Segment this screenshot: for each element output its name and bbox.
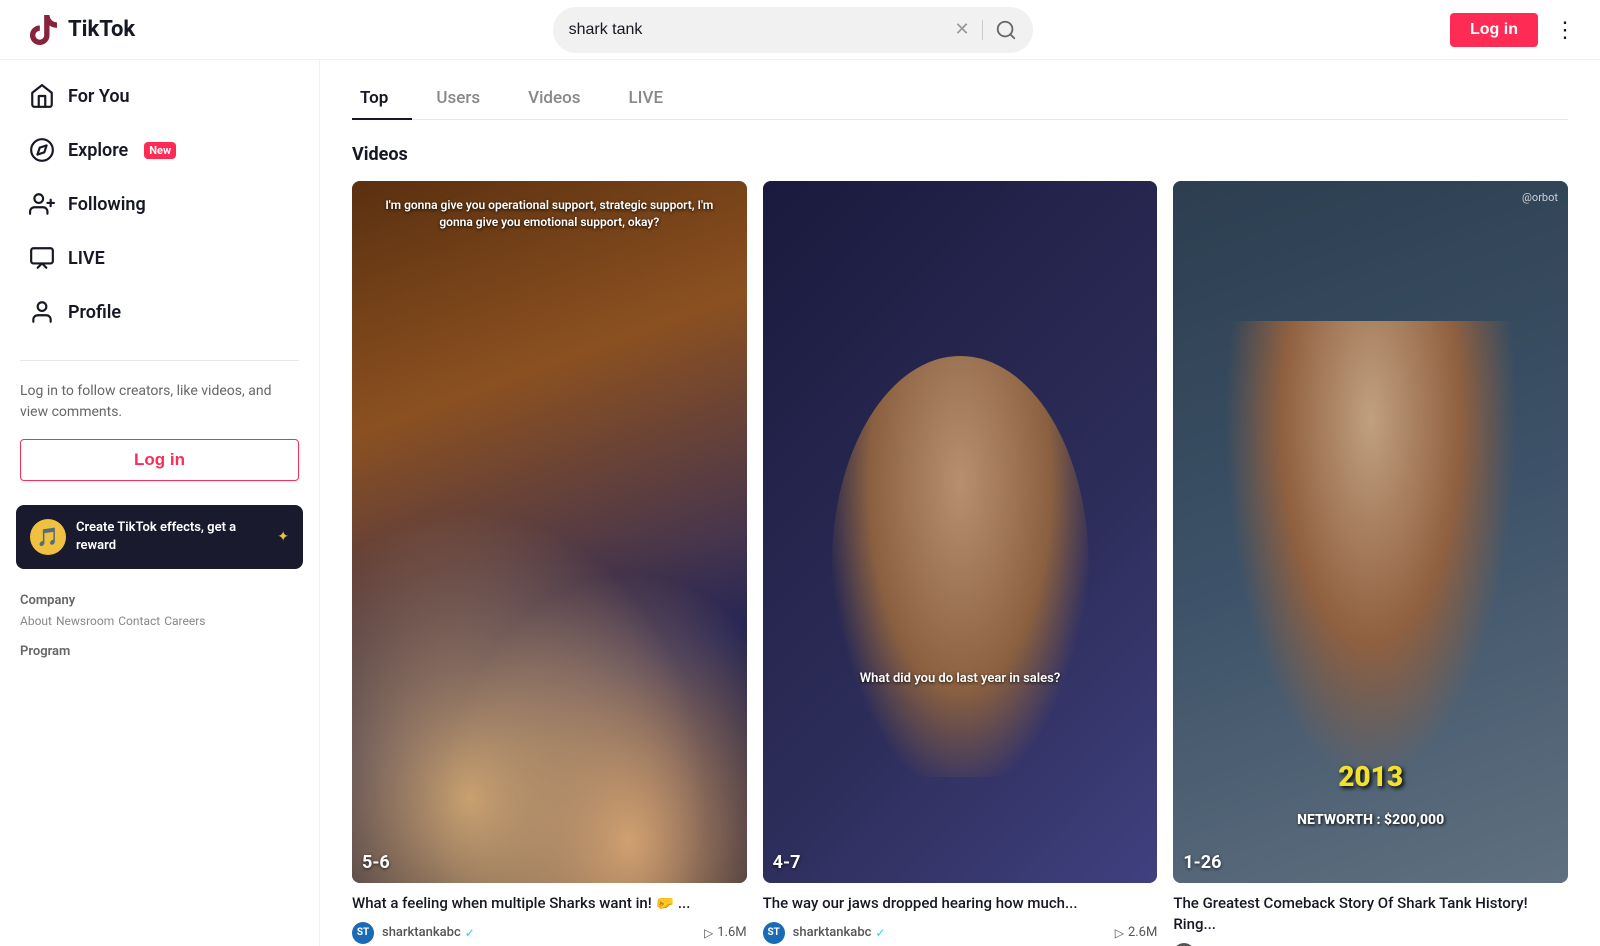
person-add-icon <box>28 190 56 218</box>
thumb-networth-3: NETWORTH : $200,000 <box>1297 812 1444 828</box>
channel-avatar-2: ST <box>763 922 785 944</box>
video-episode-2: 4-7 <box>773 852 801 873</box>
search-input[interactable] <box>569 21 947 39</box>
footer-company-links: About Newsroom Contact Careers <box>20 614 299 628</box>
sidebar-item-profile[interactable]: Profile <box>8 286 311 338</box>
header-right: Log in ⋮ <box>1450 13 1576 47</box>
logo-text: TikTok <box>68 17 135 42</box>
view-count-1: ▷ 1.6M <box>704 925 747 940</box>
video-card-3[interactable]: @orbot 2013 NETWORTH : $200,000 1-26 The… <box>1173 181 1568 946</box>
tab-users[interactable]: Users <box>412 76 504 120</box>
tab-top[interactable]: Top <box>352 76 412 120</box>
footer-link-contact[interactable]: Contact <box>118 614 160 628</box>
footer-company-title: Company <box>20 593 299 608</box>
play-icon-2: ▷ <box>1115 926 1124 940</box>
sidebar-item-following-label: Following <box>68 194 146 215</box>
main-content-area: Top Users Videos LIVE Videos I'm gonna g… <box>320 60 1600 946</box>
footer-link-careers[interactable]: Careers <box>164 614 205 628</box>
videos-section: Videos I'm gonna give you operational su… <box>352 144 1568 946</box>
channel-avatar-1: ST <box>352 922 374 944</box>
verified-icon-2: ✓ <box>875 926 885 940</box>
video-title-3: The Greatest Comeback Story Of Shark Tan… <box>1173 893 1568 935</box>
view-count-2: ▷ 2.6M <box>1115 925 1158 940</box>
video-title-1: What a feeling when multiple Sharks want… <box>352 893 747 914</box>
header-login-button[interactable]: Log in <box>1450 13 1538 47</box>
clear-search-button[interactable]: ✕ <box>954 19 969 40</box>
video-meta-3: JW janowealth ▷ 26.2M <box>1173 943 1568 946</box>
sidebar: For You Explore New Following <box>0 60 320 946</box>
footer-program-title: Program <box>20 644 299 659</box>
sidebar-item-explore-label: Explore <box>68 140 128 161</box>
thumb-year-3: 2013 <box>1338 760 1403 793</box>
sidebar-item-profile-label: Profile <box>68 302 121 323</box>
main-content: Top Users Videos LIVE Videos I'm gonna g… <box>320 60 1600 946</box>
sidebar-login-button[interactable]: Log in <box>20 439 299 481</box>
create-effects-banner[interactable]: 🎵 Create TikTok effects, get a reward ✦ <box>16 505 303 569</box>
sidebar-item-for-you[interactable]: For You <box>8 70 311 122</box>
footer-link-newsroom[interactable]: Newsroom <box>56 614 114 628</box>
footer-company: Company About Newsroom Contact Careers <box>0 585 319 636</box>
video-card-1[interactable]: I'm gonna give you operational support, … <box>352 181 747 946</box>
search-divider <box>982 20 983 40</box>
monitor-icon <box>28 244 56 272</box>
person-icon <box>28 298 56 326</box>
sidebar-item-live-label: LIVE <box>68 248 105 269</box>
more-options-button[interactable]: ⋮ <box>1554 17 1576 43</box>
search-icon <box>995 19 1017 41</box>
compass-icon <box>28 136 56 164</box>
footer-link-about[interactable]: About <box>20 614 52 628</box>
video-thumb-3: @orbot 2013 NETWORTH : $200,000 1-26 <box>1173 181 1568 883</box>
sidebar-item-following[interactable]: Following <box>8 178 311 230</box>
sidebar-nav: For You Explore New Following <box>0 60 319 348</box>
video-grid: I'm gonna give you operational support, … <box>352 181 1568 946</box>
video-episode-1: 5-6 <box>362 852 390 873</box>
sidebar-cta-text: Log in to follow creators, like videos, … <box>0 373 319 439</box>
home-icon <box>28 82 56 110</box>
sidebar-item-explore[interactable]: Explore New <box>8 124 311 176</box>
header: TikTok ✕ Log in ⋮ <box>0 0 1600 60</box>
search-bar: ✕ <box>553 7 1033 53</box>
tiktok-logo-icon <box>24 12 60 48</box>
channel-avatar-3: JW <box>1173 943 1195 946</box>
sidebar-divider <box>20 360 299 361</box>
video-card-2[interactable]: What did you do last year in sales? 4-7 … <box>763 181 1158 946</box>
sidebar-item-live[interactable]: LIVE <box>8 232 311 284</box>
effects-text: Create TikTok effects, get a reward <box>76 519 267 555</box>
search-button[interactable] <box>995 19 1017 41</box>
video-episode-3: 1-26 <box>1183 852 1221 873</box>
thumb-overlay-text-1: I'm gonna give you operational support, … <box>372 197 727 231</box>
video-thumb-2: What did you do last year in sales? 4-7 <box>763 181 1158 883</box>
sidebar-item-for-you-label: For You <box>68 86 130 107</box>
videos-section-title: Videos <box>352 144 1568 165</box>
video-title-2: The way our jaws dropped hearing how muc… <box>763 893 1158 914</box>
video-thumb-1: I'm gonna give you operational support, … <box>352 181 747 883</box>
video-meta-2: ST sharktankabc ✓ ▷ 2.6M <box>763 922 1158 944</box>
logo[interactable]: TikTok <box>24 12 135 48</box>
explore-new-badge: New <box>144 142 176 159</box>
effects-star-icon: ✦ <box>277 529 289 545</box>
app-layout: For You Explore New Following <box>0 60 1600 946</box>
play-icon-1: ▷ <box>704 926 713 940</box>
search-tabs: Top Users Videos LIVE <box>352 76 1568 120</box>
thumb-watermark-3: @orbot <box>1522 191 1558 204</box>
video-meta-1: ST sharktankabc ✓ ▷ 1.6M <box>352 922 747 944</box>
footer-program: Program <box>0 636 319 673</box>
channel-name-2: sharktankabc ✓ <box>793 925 886 940</box>
tab-videos[interactable]: Videos <box>504 76 604 120</box>
tab-live[interactable]: LIVE <box>604 76 687 120</box>
effects-icon: 🎵 <box>30 519 66 555</box>
channel-name-1: sharktankabc ✓ <box>382 925 475 940</box>
thumb-text-2: What did you do last year in sales? <box>782 671 1137 686</box>
verified-icon-1: ✓ <box>465 926 475 940</box>
